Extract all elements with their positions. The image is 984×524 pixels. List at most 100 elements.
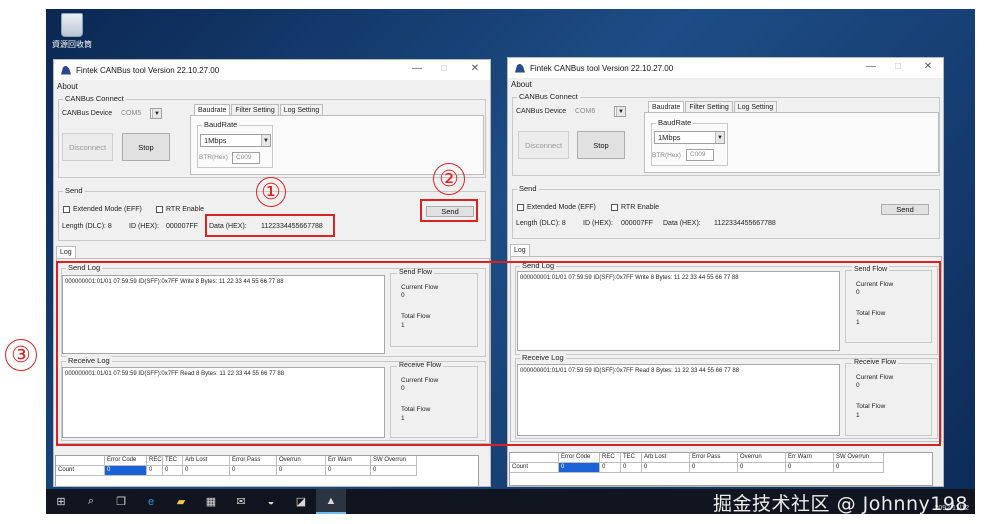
table-cell[interactable]: 0 xyxy=(326,466,371,476)
checkbox-label: RTR Enable xyxy=(621,204,660,211)
table-header: SW Overrun xyxy=(834,453,884,463)
chevron-down-icon: ▼ xyxy=(261,135,270,146)
group-caption: Send xyxy=(63,186,85,195)
baudrate-select[interactable]: 1Mbps ▼ xyxy=(654,131,725,144)
extended-mode-checkbox[interactable]: Extended Mode (EFF) xyxy=(517,204,596,211)
btr-field[interactable]: C009 xyxy=(686,149,714,161)
menu-about[interactable]: About xyxy=(57,82,78,91)
table-cell[interactable]: 0 xyxy=(371,466,417,476)
tab-log[interactable]: Log xyxy=(510,244,530,256)
id-label: ID (HEX): xyxy=(583,220,613,227)
device-dropdown[interactable]: ▼ xyxy=(150,108,162,119)
search-icon[interactable]: ⌕ xyxy=(76,489,106,514)
edge-browser-icon[interactable]: e xyxy=(136,489,166,514)
store-icon[interactable]: ▦ xyxy=(196,489,226,514)
chevron-down-icon: ▼ xyxy=(616,107,625,116)
recycle-bin[interactable]: 資源回收筒 xyxy=(50,13,94,50)
table-header: Overrun xyxy=(277,456,326,466)
id-value[interactable]: 000007FF xyxy=(621,220,653,227)
minimize-icon[interactable]: — xyxy=(410,63,424,74)
rtr-enable-checkbox[interactable]: RTR Enable xyxy=(611,204,659,211)
recycle-bin-icon xyxy=(61,13,83,37)
rtr-enable-checkbox[interactable]: RTR Enable xyxy=(156,206,204,213)
windows-start-icon[interactable]: ⊞ xyxy=(46,489,76,514)
mail-icon[interactable]: ✉ xyxy=(226,489,256,514)
table-cell[interactable]: 0 xyxy=(621,463,642,473)
minimize-icon[interactable]: — xyxy=(864,61,878,72)
table-header: Error Pass xyxy=(230,456,277,466)
send-button[interactable]: Send xyxy=(881,204,929,215)
table-cell[interactable]: 0 xyxy=(834,463,884,473)
table-cell[interactable]: Count xyxy=(56,466,105,476)
table-header: Err Warn xyxy=(326,456,371,466)
menu-about[interactable]: About xyxy=(511,80,532,89)
table-cell-selected[interactable]: 0 xyxy=(559,463,600,473)
table-cell[interactable]: 0 xyxy=(786,463,834,473)
annotation-number-3: ③ xyxy=(5,339,37,371)
canbus-tool-taskbar-icon[interactable]: ▲ xyxy=(316,489,346,514)
app-icon[interactable]: ◪ xyxy=(286,489,316,514)
checkbox-label: Extended Mode (EFF) xyxy=(527,204,596,211)
device-dropdown[interactable]: ▼ xyxy=(614,106,626,117)
file-explorer-icon[interactable]: ▰ xyxy=(166,489,196,514)
checkbox-icon xyxy=(611,204,618,211)
group-caption: BaudRate xyxy=(656,118,694,127)
id-label: ID (HEX): xyxy=(129,223,159,230)
annotation-box-data-hex xyxy=(205,214,335,237)
maximize-icon: □ xyxy=(894,61,902,72)
disconnect-button[interactable]: Disconnect xyxy=(62,133,113,161)
device-label: CANBus Device xyxy=(516,108,567,115)
table-cell[interactable]: 0 xyxy=(147,466,163,476)
checkbox-icon xyxy=(517,204,524,211)
extended-mode-checkbox[interactable]: Extended Mode (EFF) xyxy=(63,206,142,213)
close-icon[interactable]: ✕ xyxy=(468,63,482,74)
data-label: Data (HEX): xyxy=(663,220,701,227)
table-cell[interactable]: 0 xyxy=(183,466,230,476)
stop-button[interactable]: Stop xyxy=(577,131,625,159)
task-view-icon[interactable]: ❐ xyxy=(106,489,136,514)
table-cell[interactable]: 0 xyxy=(277,466,326,476)
baudrate-value: 1Mbps xyxy=(658,133,681,142)
table-cell[interactable]: 0 xyxy=(163,466,183,476)
app-icon xyxy=(61,65,71,75)
table-cell[interactable]: 0 xyxy=(600,463,621,473)
table-header: Overrun xyxy=(738,453,786,463)
watermark: 掘金技术社区 @ Johnny198 xyxy=(713,493,968,515)
btr-label: BTR(Hex) xyxy=(199,154,228,161)
disconnect-button[interactable]: Disconnect xyxy=(518,131,569,159)
group-caption: BaudRate xyxy=(202,120,240,129)
maximize-icon: □ xyxy=(440,63,448,74)
stop-button[interactable]: Stop xyxy=(122,133,170,161)
close-icon[interactable]: ✕ xyxy=(921,61,935,72)
title-bar[interactable]: Fintek CANBus tool Version 22.10.27.00 —… xyxy=(54,60,490,80)
baudrate-select[interactable]: 1Mbps ▼ xyxy=(200,134,271,147)
device-value: COM5 xyxy=(121,110,142,117)
error-count-table: Error Code REC TEC Arb Lost Error Pass O… xyxy=(509,452,933,486)
table-row: Count 0 0 0 0 0 0 0 0 xyxy=(56,466,478,476)
table-header-row: Error Code REC TEC Arb Lost Error Pass O… xyxy=(56,456,478,466)
btr-field[interactable]: C009 xyxy=(232,152,260,164)
table-header: REC xyxy=(147,456,163,466)
tab-log[interactable]: Log xyxy=(56,246,76,258)
table-cell[interactable]: 0 xyxy=(230,466,277,476)
table-header: Error Code xyxy=(105,456,147,466)
table-cell[interactable]: 0 xyxy=(738,463,786,473)
id-value[interactable]: 000007FF xyxy=(166,223,198,230)
table-cell-selected[interactable]: 0 xyxy=(105,466,147,476)
device-value: COM6 xyxy=(575,108,596,115)
table-header xyxy=(56,456,105,466)
table-cell[interactable]: 0 xyxy=(642,463,690,473)
table-header: Err Warn xyxy=(786,453,834,463)
send-group: Send xyxy=(512,184,940,239)
dlc-label: Length (DLC): 8 xyxy=(516,220,566,227)
error-count-table: Error Code REC TEC Arb Lost Error Pass O… xyxy=(55,455,479,486)
table-cell[interactable]: 0 xyxy=(690,463,738,473)
table-cell[interactable]: Count xyxy=(510,463,559,473)
data-value[interactable]: 1122334455667788 xyxy=(714,220,776,227)
group-caption: CANBus Connect xyxy=(517,92,580,101)
annotation-number-1: ① xyxy=(256,177,286,207)
recycle-bin-label: 資源回收筒 xyxy=(52,40,92,49)
title-bar[interactable]: Fintek CANBus tool Version 22.10.27.00 —… xyxy=(508,58,943,78)
table-header-row: Error Code REC TEC Arb Lost Error Pass O… xyxy=(510,453,932,463)
app-icon[interactable]: ◒ xyxy=(256,489,286,514)
